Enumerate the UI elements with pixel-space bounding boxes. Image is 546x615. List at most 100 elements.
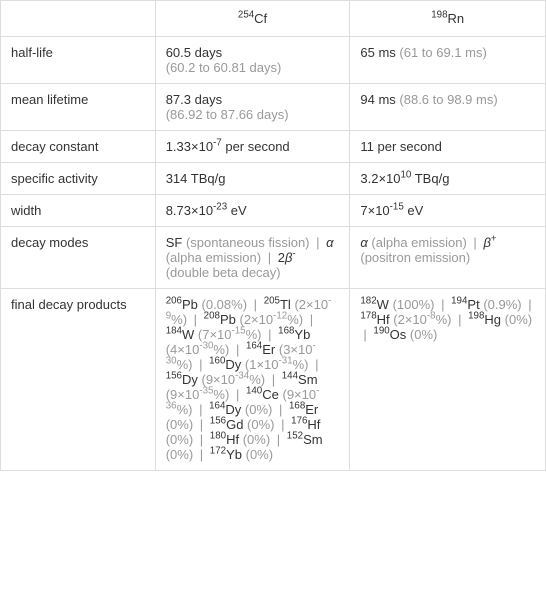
decayconstant-rn: 11 per second — [350, 131, 546, 163]
product-symbol: Hf — [226, 432, 239, 447]
product-symbol: Gd — [226, 417, 243, 432]
row-label: specific activity — [1, 163, 156, 195]
product-pct-exp: -30 — [199, 341, 213, 352]
separator: | — [199, 402, 202, 417]
product-pct-exp: -8 — [427, 311, 436, 322]
empty-header — [1, 1, 156, 37]
product-mass: 168 — [278, 326, 294, 337]
separator: | — [268, 250, 271, 265]
separator: | — [254, 297, 257, 312]
row-label: decay modes — [1, 227, 156, 289]
product-pct: (0%) — [243, 432, 270, 447]
decaymodes-cf: SF (spontaneous fission) | α (alpha emis… — [155, 227, 350, 289]
separator: | — [236, 342, 239, 357]
mode-alpha: α — [326, 235, 333, 250]
value-base: 8.73×10 — [166, 203, 213, 218]
product-pct: (1×10-31%) — [245, 357, 309, 372]
product-mass: 164 — [209, 401, 225, 412]
separator: | — [277, 432, 280, 447]
value: 11 per second — [360, 139, 441, 154]
separator: | — [315, 357, 318, 372]
specificactivity-row: specific activity 314 TBq/g 3.2×1010 TBq… — [1, 163, 546, 195]
isotope-header-rn: 198Rn — [350, 1, 546, 37]
product-symbol: Sm — [303, 432, 323, 447]
separator: | — [200, 417, 203, 432]
product-symbol: Er — [262, 342, 275, 357]
mode-beta: β — [483, 235, 490, 250]
value-range: (86.92 to 87.66 days) — [166, 107, 289, 122]
value-base: 3.2×10 — [360, 171, 400, 186]
product-symbol: Dy — [182, 372, 198, 387]
decay-product: 190Os (0%) — [373, 327, 437, 342]
product-mass: 156 — [210, 416, 226, 427]
separator: | — [236, 387, 239, 402]
product-symbol: W — [377, 297, 389, 312]
separator: | — [279, 402, 282, 417]
product-mass: 190 — [373, 326, 389, 337]
value-main: 94 ms — [360, 92, 395, 107]
mass-number: 198 — [431, 10, 447, 21]
value-exp: -23 — [213, 202, 227, 213]
mode-beta-desc: (positron emission) — [360, 250, 470, 265]
value-unit: per second — [222, 139, 290, 154]
separator: | — [528, 297, 531, 312]
product-symbol: Hf — [307, 417, 320, 432]
product-pct: (0%) — [505, 312, 532, 327]
width-row: width 8.73×10-23 eV 7×10-15 eV — [1, 195, 546, 227]
product-symbol: Yb — [226, 447, 242, 462]
width-cf: 8.73×10-23 eV — [155, 195, 350, 227]
product-pct-exp: -31 — [279, 356, 293, 367]
product-mass: 140 — [246, 386, 262, 397]
separator: | — [194, 312, 197, 327]
separator: | — [473, 235, 476, 250]
decaymodes-rn: α (alpha emission) | β+ (positron emissi… — [350, 227, 546, 289]
value-range: (60.2 to 60.81 days) — [166, 60, 282, 75]
element-symbol: Rn — [448, 11, 465, 26]
product-pct: (0%) — [166, 432, 193, 447]
product-symbol: W — [182, 327, 194, 342]
product-mass: 206 — [166, 296, 182, 307]
product-pct: (0.9%) — [483, 297, 521, 312]
mode-sf: SF — [166, 235, 183, 250]
value-main: 87.3 days — [166, 92, 222, 107]
specificactivity-rn: 3.2×1010 TBq/g — [350, 163, 546, 195]
width-rn: 7×10-15 eV — [350, 195, 546, 227]
row-label: mean lifetime — [1, 84, 156, 131]
product-symbol: Os — [390, 327, 407, 342]
product-pct: (0%) — [410, 327, 437, 342]
halflife-cf: 60.5 days (60.2 to 60.81 days) — [155, 37, 350, 84]
decay-product: 198Hg (0%) — [468, 312, 532, 327]
separator: | — [200, 432, 203, 447]
decay-product: 194Pt (0.9%) — [451, 297, 522, 312]
separator: | — [441, 297, 444, 312]
product-mass: 178 — [360, 311, 376, 322]
product-symbol: Ce — [262, 387, 279, 402]
value-base: 7×10 — [360, 203, 389, 218]
product-pct-exp: -12 — [273, 311, 287, 322]
separator: | — [458, 312, 461, 327]
product-symbol: Sm — [298, 372, 318, 387]
isotope-comparison-table: 254Cf 198Rn half-life 60.5 days (60.2 to… — [0, 0, 546, 471]
mass-number: 254 — [238, 10, 254, 21]
value-main: 65 ms — [360, 45, 395, 60]
product-symbol: Yb — [294, 327, 310, 342]
row-label: decay constant — [1, 131, 156, 163]
product-mass: 164 — [246, 341, 262, 352]
value-base: 1.33×10 — [166, 139, 213, 154]
separator: | — [310, 312, 313, 327]
value-unit: eV — [404, 203, 424, 218]
product-symbol: Hg — [484, 312, 501, 327]
header-row: 254Cf 198Rn — [1, 1, 546, 37]
product-pct-exp: -15 — [232, 326, 246, 337]
meanlifetime-rn: 94 ms (88.6 to 98.9 ms) — [350, 84, 546, 131]
product-mass: 152 — [287, 431, 303, 442]
value-range: (88.6 to 98.9 ms) — [399, 92, 497, 107]
product-pct: (0%) — [246, 447, 273, 462]
value-unit: TBq/g — [411, 171, 449, 186]
element-symbol: Cf — [254, 11, 267, 26]
meanlifetime-row: mean lifetime 87.3 days (86.92 to 87.66 … — [1, 84, 546, 131]
finaldecay-rn: 182W (100%) | 194Pt (0.9%) | 178Hf (2×10… — [350, 289, 546, 471]
value-unit: eV — [227, 203, 247, 218]
product-pct: (0%) — [247, 417, 274, 432]
mode-sf-desc: (spontaneous fission) — [182, 235, 309, 250]
